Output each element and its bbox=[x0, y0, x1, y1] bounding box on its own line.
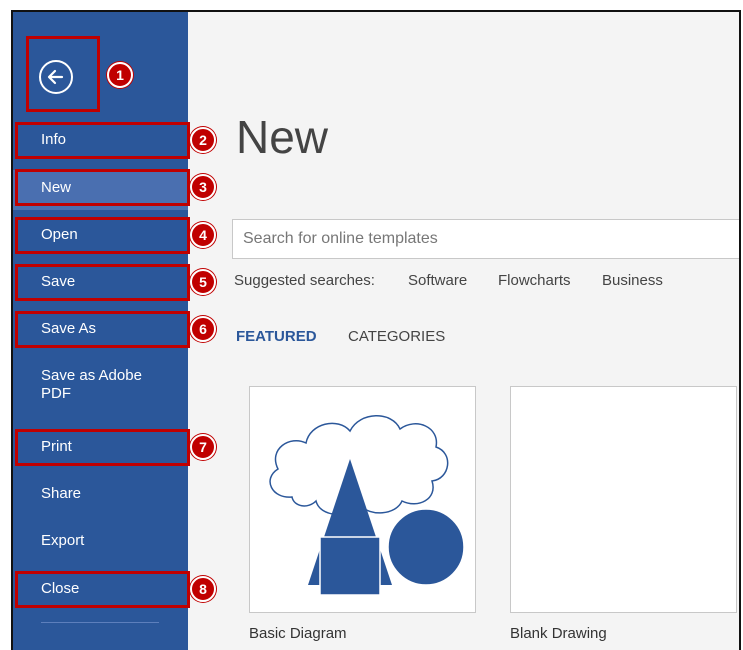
callout-badge-3: 3 bbox=[190, 174, 216, 200]
suggested-link-software[interactable]: Software bbox=[408, 272, 467, 289]
suggested-link-flowcharts[interactable]: Flowcharts bbox=[498, 272, 571, 289]
callout-badge-5: 5 bbox=[190, 269, 216, 295]
template-label-basic-diagram: Basic Diagram bbox=[249, 625, 347, 642]
template-search-input[interactable]: Search for online templates bbox=[232, 219, 739, 259]
callout-badge-4: 4 bbox=[190, 222, 216, 248]
callout-box-info bbox=[15, 122, 190, 159]
main-panel: New Search for online templates Suggeste… bbox=[188, 12, 739, 650]
callout-box-open bbox=[15, 217, 190, 254]
callout-box-back bbox=[26, 36, 100, 112]
sidebar-divider bbox=[41, 622, 159, 623]
callout-badge-1: 1 bbox=[107, 62, 133, 88]
sidebar-item-export[interactable]: Export bbox=[13, 532, 188, 550]
callout-badge-2: 2 bbox=[190, 127, 216, 153]
app-window: Info New Open Save Save As Save as Adobe… bbox=[11, 10, 741, 650]
callout-box-print bbox=[15, 429, 190, 466]
template-tile-blank-drawing[interactable] bbox=[510, 386, 737, 613]
page-title: New bbox=[236, 111, 329, 163]
callout-badge-7: 7 bbox=[190, 434, 216, 460]
callout-badge-8: 8 bbox=[190, 576, 216, 602]
tab-featured[interactable]: FEATURED bbox=[236, 328, 317, 345]
sidebar-item-share[interactable]: Share bbox=[13, 485, 188, 503]
basic-diagram-thumbnail bbox=[269, 415, 465, 596]
template-label-blank-drawing: Blank Drawing bbox=[510, 625, 607, 642]
search-placeholder: Search for online templates bbox=[243, 230, 438, 247]
tab-categories[interactable]: CATEGORIES bbox=[348, 328, 445, 345]
callout-box-save-as bbox=[15, 311, 190, 348]
callout-badge-6: 6 bbox=[190, 316, 216, 342]
suggested-searches-label: Suggested searches: bbox=[234, 272, 375, 289]
sidebar-item-save-as-pdf[interactable]: Save as Adobe PDF bbox=[13, 367, 153, 403]
callout-box-new bbox=[15, 169, 190, 206]
callout-box-save bbox=[15, 264, 190, 301]
square-shape bbox=[319, 536, 381, 596]
suggested-link-business[interactable]: Business bbox=[602, 272, 663, 289]
template-tile-basic-diagram[interactable] bbox=[249, 386, 476, 613]
circle-shape bbox=[387, 508, 465, 586]
callout-box-close bbox=[15, 571, 190, 608]
